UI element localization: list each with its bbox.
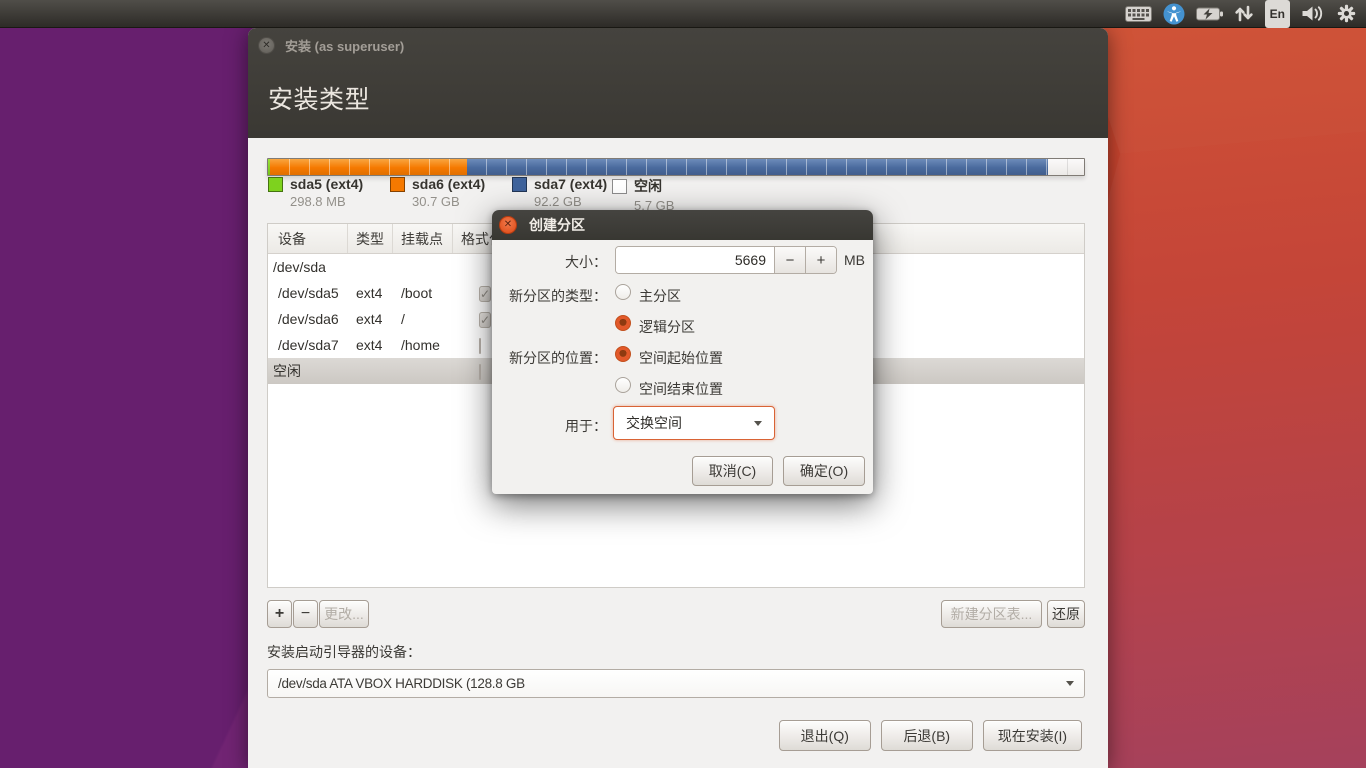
screen: En ✕ 安装 (as superuser) 安装类型 sda5 (ext4) …	[0, 0, 1366, 768]
format-checkbox-sda5[interactable]: ✓	[479, 286, 492, 302]
window-titlebar: ✕ 安装 (as superuser)	[248, 28, 1108, 62]
volume-icon[interactable]	[1301, 0, 1326, 28]
partition-type-label: 新分区的类型：	[509, 288, 607, 304]
quit-button[interactable]: 退出(Q)	[778, 720, 871, 751]
legend-swatch-green	[268, 176, 283, 192]
legend-item-sda5: sda5 (ext4) 298.8 MB	[268, 176, 363, 209]
revert-button[interactable]: 还原	[1047, 600, 1085, 628]
language-indicator[interactable]: En	[1264, 0, 1290, 28]
cancel-button[interactable]: 取消(C)	[692, 456, 773, 486]
partition-usage-bar	[267, 158, 1085, 176]
window-close-button[interactable]: ✕	[258, 36, 275, 54]
chevron-down-icon	[754, 420, 762, 426]
remove-partition-button[interactable]: −	[293, 600, 318, 628]
size-input[interactable]: 5669	[616, 247, 774, 273]
session-gear-icon[interactable]	[1337, 0, 1356, 28]
partition-bar-sda6	[270, 159, 468, 175]
use-as-label: 用于：	[565, 418, 607, 434]
format-checkbox-sda6[interactable]: ✓	[479, 312, 492, 328]
system-tray: En	[1124, 0, 1366, 28]
legend-item-sda6: sda6 (ext4) 30.7 GB	[390, 176, 485, 209]
dialog-title: 创建分区	[529, 217, 585, 233]
window-title: 安装 (as superuser)	[285, 38, 405, 54]
size-unit-label: MB	[844, 252, 865, 268]
add-partition-button[interactable]: +	[267, 600, 292, 628]
bootloader-device-dropdown[interactable]: /dev/sda ATA VBOX HARDDISK (128.8 GB	[267, 669, 1085, 698]
wizard-actions: 退出(Q) 后退(B) 现在安装(I)	[778, 720, 1082, 751]
column-header-mountpoint[interactable]: 挂载点	[393, 224, 453, 253]
format-checkbox-free[interactable]	[479, 364, 481, 380]
use-as-dropdown[interactable]: 交换空间	[613, 406, 775, 440]
partition-toolbar: + − 更改... 新建分区表... 还原	[267, 600, 1085, 628]
window-header: ✕ 安装 (as superuser) 安装类型	[248, 28, 1108, 138]
legend-swatch-blue	[512, 176, 527, 192]
legend-item-sda7: sda7 (ext4) 92.2 GB	[512, 176, 607, 209]
new-partition-table-button[interactable]: 新建分区表...	[941, 600, 1042, 628]
dialog-titlebar: ✕ 创建分区	[492, 210, 873, 240]
bootloader-device-label: 安装启动引导器的设备：	[267, 644, 421, 660]
radio-beginning-of-space[interactable]	[615, 346, 631, 362]
ok-button[interactable]: 确定(O)	[783, 456, 865, 486]
legend-swatch-free	[612, 178, 627, 194]
partition-legend: sda5 (ext4) 298.8 MB sda6 (ext4) 30.7 GB…	[267, 176, 1085, 213]
size-decrement-button[interactable]: −	[774, 247, 805, 273]
column-header-type[interactable]: 类型	[348, 224, 393, 253]
partition-location-label: 新分区的位置：	[509, 350, 607, 366]
change-partition-button[interactable]: 更改...	[319, 600, 369, 628]
network-updown-icon[interactable]	[1234, 0, 1254, 28]
format-checkbox-sda7[interactable]	[479, 338, 481, 354]
partition-bar-sda7	[467, 159, 1049, 175]
keyboard-indicator-icon[interactable]	[1124, 0, 1152, 28]
bootloader-device-value: /dev/sda ATA VBOX HARDDISK (128.8 GB	[278, 676, 525, 691]
radio-end-of-space[interactable]	[615, 377, 631, 393]
legend-item-free: 空闲 5.7 GB	[612, 176, 674, 213]
dialog-close-button[interactable]: ✕	[499, 216, 517, 234]
legend-swatch-orange	[390, 176, 405, 192]
size-spinner: 5669 − +	[615, 246, 837, 274]
partition-bar-free	[1048, 159, 1084, 175]
accessibility-icon[interactable]	[1163, 0, 1185, 28]
page-title: 安装类型	[268, 86, 371, 114]
back-button[interactable]: 后退(B)	[880, 720, 973, 751]
column-header-device[interactable]: 设备	[268, 224, 348, 253]
use-as-value: 交换空间	[626, 415, 682, 431]
top-panel: En	[0, 0, 1366, 28]
battery-icon[interactable]	[1195, 0, 1223, 28]
create-partition-dialog: ✕ 创建分区 大小： 5669 − + MB 新分区的类型： 主分区 逻辑分区 …	[492, 210, 873, 494]
install-now-button[interactable]: 现在安装(I)	[982, 720, 1082, 751]
radio-logical-partition[interactable]	[615, 315, 631, 331]
radio-primary-partition[interactable]	[615, 284, 631, 300]
size-label: 大小：	[565, 254, 607, 270]
chevron-down-icon	[1066, 681, 1074, 686]
size-increment-button[interactable]: +	[805, 247, 836, 273]
